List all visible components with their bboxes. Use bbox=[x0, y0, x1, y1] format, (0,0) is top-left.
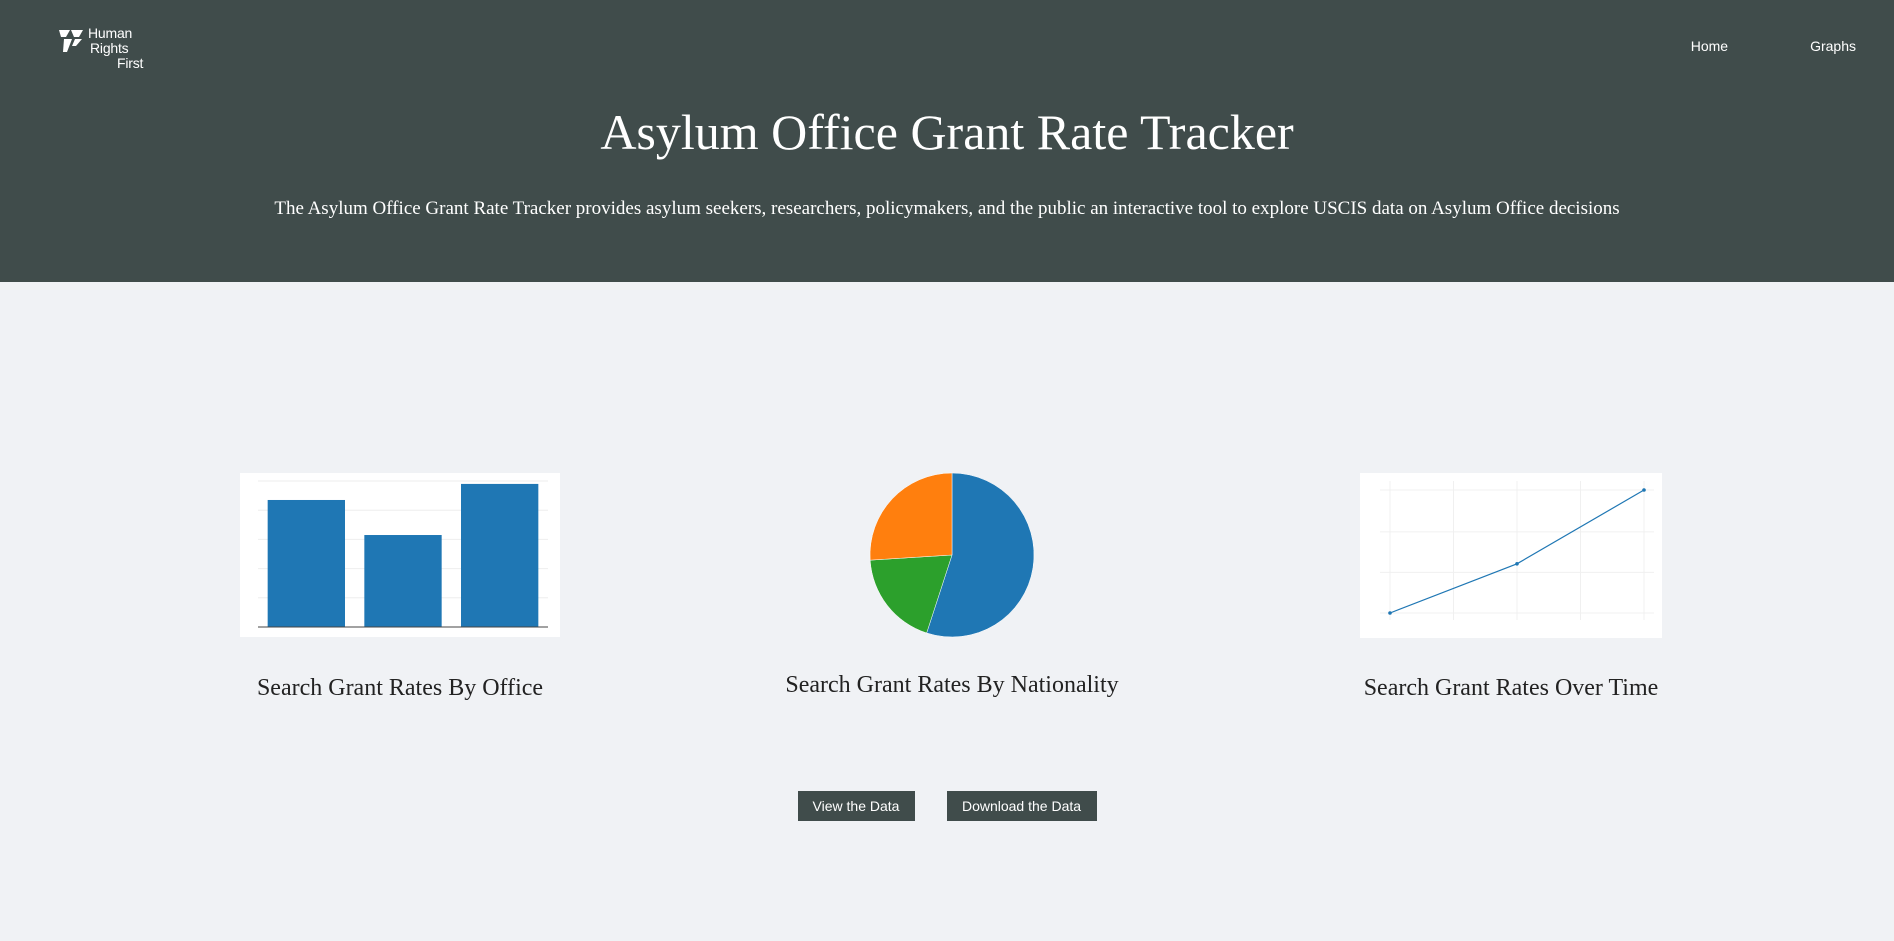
top-nav: Home Graphs bbox=[1691, 38, 1856, 54]
page-subtitle: The Asylum Office Grant Rate Tracker pro… bbox=[274, 198, 1620, 219]
human-rights-first-logo-icon bbox=[59, 30, 83, 52]
actions: View the Data Download the Data bbox=[0, 791, 1894, 821]
line-point bbox=[1515, 562, 1519, 566]
bar bbox=[461, 483, 539, 627]
logo-text: Human Rights First bbox=[88, 26, 143, 71]
line-point bbox=[1642, 488, 1646, 492]
office-bar-chart[interactable] bbox=[240, 473, 560, 637]
nav-home-link[interactable]: Home bbox=[1691, 38, 1728, 54]
logo-line: First bbox=[117, 55, 144, 71]
logo-line: Human bbox=[88, 25, 133, 41]
nationality-pie-chart[interactable] bbox=[869, 472, 1035, 638]
pie-slice bbox=[869, 472, 953, 561]
nationality-card[interactable]: Search Grant Rates By Nationality bbox=[752, 472, 1152, 699]
logo[interactable]: Human Rights First bbox=[58, 26, 143, 71]
nav-graphs-link[interactable]: Graphs bbox=[1810, 38, 1856, 54]
office-card-label: Search Grant Rates By Office bbox=[256, 675, 544, 701]
line-point bbox=[1388, 611, 1392, 615]
bar bbox=[267, 499, 345, 627]
page-title: Asylum Office Grant Rate Tracker bbox=[600, 104, 1294, 160]
time-card-label: Search Grant Rates Over Time bbox=[1363, 675, 1659, 701]
view-data-button[interactable]: View the Data bbox=[797, 791, 915, 821]
header: Human Rights First Home Graphs Asylum Of… bbox=[0, 0, 1894, 282]
time-line-chart[interactable] bbox=[1360, 473, 1662, 638]
download-data-button[interactable]: Download the Data bbox=[946, 791, 1097, 821]
time-card[interactable]: Search Grant Rates Over Time bbox=[1360, 473, 1662, 702]
bar bbox=[364, 535, 442, 627]
nationality-card-label: Search Grant Rates By Nationality bbox=[785, 672, 1119, 698]
logo-line: Rights bbox=[90, 40, 129, 56]
office-card[interactable]: Search Grant Rates By Office bbox=[240, 473, 560, 702]
